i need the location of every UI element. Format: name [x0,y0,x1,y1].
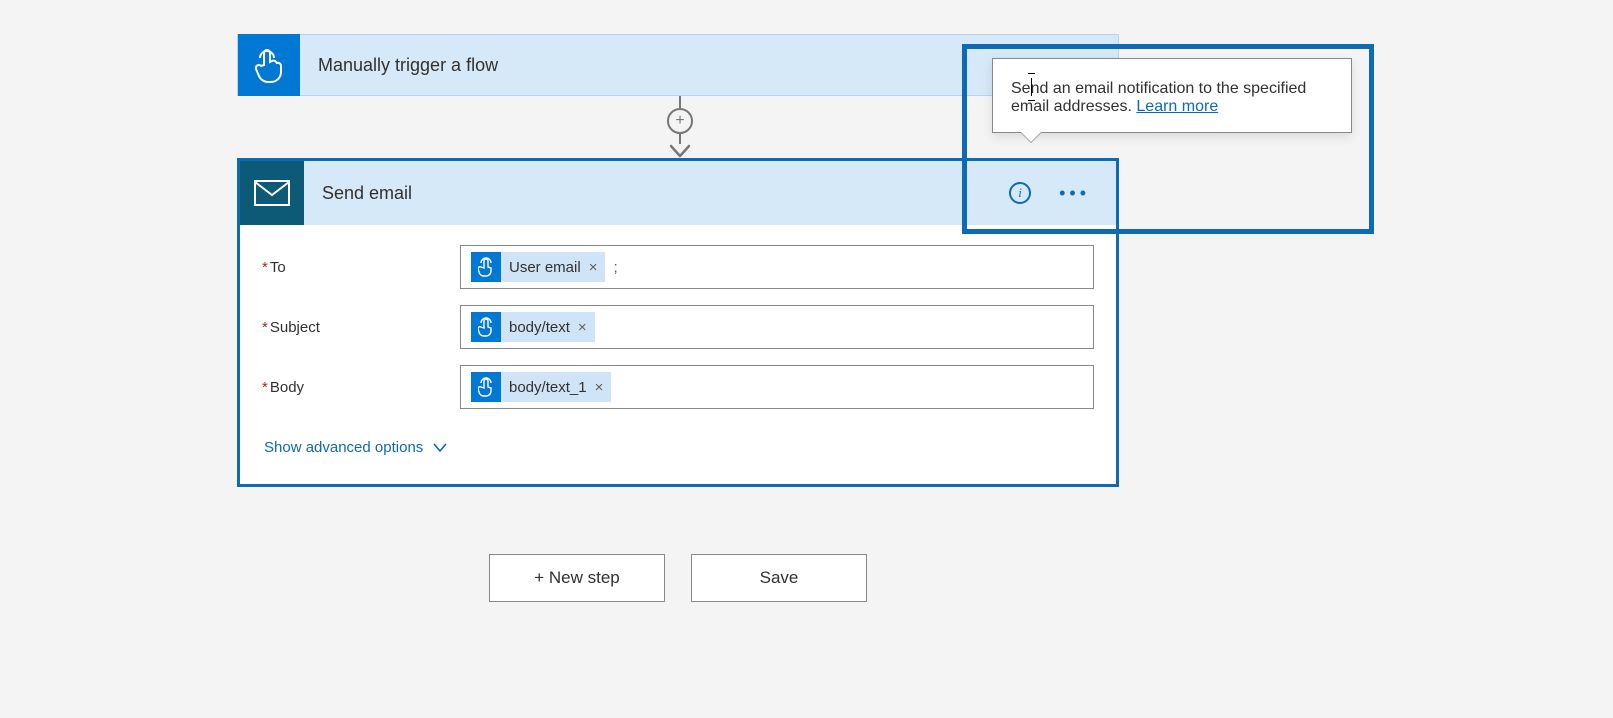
manual-trigger-icon [238,34,300,96]
send-email-action-card: Send email i ••• To User email × ; [237,158,1119,487]
tooltip-pointer-icon [1021,132,1041,142]
arrow-down-icon [669,144,691,158]
trigger-title: Manually trigger a flow [300,55,498,76]
ellipsis-icon[interactable]: ••• [1059,183,1090,204]
new-step-label: + New step [534,568,620,588]
subject-row: Subject body/text × [262,305,1094,349]
finger-tap-icon [471,372,501,402]
body-label: Body [262,379,460,396]
to-token-label: User email [509,259,581,276]
body-input[interactable]: body/text_1 × [460,365,1094,409]
show-advanced-options-link[interactable]: Show advanced options [264,439,447,456]
insert-step-button[interactable]: + [667,108,693,134]
to-input[interactable]: User email × ; [460,245,1094,289]
save-label: Save [760,568,799,588]
save-button[interactable]: Save [691,554,867,602]
subject-token-label: body/text [509,319,570,336]
action-body: To User email × ; Subject [240,225,1116,484]
close-icon[interactable]: × [595,379,604,396]
connector-arrow: + [660,96,700,158]
close-icon[interactable]: × [578,319,587,336]
flow-designer-canvas: Manually trigger a flow + Send email i •… [0,0,1613,718]
close-icon[interactable]: × [589,259,598,276]
body-token-label: body/text_1 [509,379,587,396]
to-token[interactable]: User email × [471,252,605,282]
advanced-label: Show advanced options [264,439,423,456]
to-trailing: ; [613,259,617,276]
body-row: Body body/text_1 × [262,365,1094,409]
finger-tap-icon [471,312,501,342]
new-step-button[interactable]: + New step [489,554,665,602]
action-title: Send email [304,183,1009,204]
chevron-down-icon [433,443,447,453]
info-icon[interactable]: i [1009,182,1031,204]
subject-label: Subject [262,319,460,336]
subject-input[interactable]: body/text × [460,305,1094,349]
to-row: To User email × ; [262,245,1094,289]
info-tooltip: Send an email notification to the specif… [992,58,1352,133]
tooltip-text-before: Se [1011,80,1031,97]
body-token[interactable]: body/text_1 × [471,372,611,402]
to-label: To [262,259,460,276]
subject-token[interactable]: body/text × [471,312,595,342]
action-header[interactable]: Send email i ••• [240,161,1116,225]
envelope-icon [240,161,304,225]
learn-more-link[interactable]: Learn more [1136,98,1218,115]
trigger-card[interactable]: Manually trigger a flow [237,34,1119,96]
bottom-actions: + New step Save [237,554,1119,602]
finger-tap-icon [471,252,501,282]
